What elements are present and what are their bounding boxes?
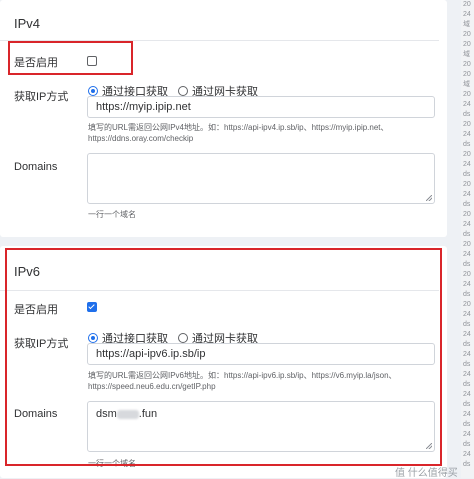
side-log-entry: ds xyxy=(463,171,471,178)
side-log-entry: 域 xyxy=(463,81,470,88)
side-log-entry: 24 xyxy=(463,371,471,378)
side-log-entry: ds xyxy=(463,421,471,428)
side-log-entry: 20 xyxy=(463,41,471,48)
highlight-box-ipv6-section xyxy=(5,248,442,466)
side-log-entry: 24 xyxy=(463,311,471,318)
side-log-entry: ds xyxy=(463,401,471,408)
side-log-entry: ds xyxy=(463,231,471,238)
side-log-entry: 24 xyxy=(463,221,471,228)
ipv4-url-hint: 填写的URL需返回公网IPv4地址。如：https://api-ipv4.ip.… xyxy=(88,123,389,143)
resize-handle-icon[interactable] xyxy=(426,195,432,201)
side-log-entry: 24 xyxy=(463,331,471,338)
side-log-entry: ds xyxy=(463,291,471,298)
ipv4-url-input[interactable]: https://myip.ipip.net xyxy=(87,96,435,118)
side-log-entry: 20 xyxy=(463,211,471,218)
side-log-entry: 20 xyxy=(463,71,471,78)
side-log-entry: 域 xyxy=(463,51,470,58)
side-log-entry: 20 xyxy=(463,241,471,248)
side-log-entry: 域 xyxy=(463,21,470,28)
side-log-entry: 24 xyxy=(463,431,471,438)
watermark: 值 什么值得买 xyxy=(395,468,458,479)
ipv4-domains-label: Domains xyxy=(14,161,58,173)
ipv4-method-label: 获取IP方式 xyxy=(14,91,69,103)
side-log-entry: ds xyxy=(463,461,471,468)
side-log-entry: ds xyxy=(463,141,471,148)
ipv4-card: IPv4 是否启用 获取IP方式 通过接口获取 通过网卡获取 https://m… xyxy=(0,0,447,237)
side-log-entry: ds xyxy=(463,341,471,348)
side-log-entry: ds xyxy=(463,111,471,118)
highlight-box-ipv4-enable xyxy=(8,41,133,75)
side-log-entry: 20 xyxy=(463,61,471,68)
side-log-entry: 20 xyxy=(463,181,471,188)
side-log-entry: 20 xyxy=(463,301,471,308)
ipv4-domains-textarea[interactable] xyxy=(87,153,435,204)
side-log-panel: 20 24 域 20 20 域 20 20 域 20 24 ds 20 24 ds 20 24 ds 20 24 ds 2… xyxy=(461,0,474,478)
side-log-entry: 24 xyxy=(463,411,471,418)
side-log-entry: ds xyxy=(463,361,471,368)
side-log-entry: ds xyxy=(463,441,471,448)
ipv4-domains-hint: 一行一个域名 xyxy=(88,210,136,219)
side-log-entry: 20 xyxy=(463,31,471,38)
side-log-entry: ds xyxy=(463,261,471,268)
side-log-entry: 24 xyxy=(463,281,471,288)
side-log-entry: 20 xyxy=(463,151,471,158)
side-log-entry: 24 xyxy=(463,11,471,18)
scrollbar[interactable] xyxy=(455,0,460,478)
side-log-entry: 20 xyxy=(463,1,471,8)
side-log-entry: 20 xyxy=(463,271,471,278)
side-log-entry: 24 xyxy=(463,451,471,458)
side-log-entry: ds xyxy=(463,381,471,388)
side-log-entry: 24 xyxy=(463,351,471,358)
side-log-entry: ds xyxy=(463,201,471,208)
side-log-entry: 24 xyxy=(463,191,471,198)
side-log-entry: 24 xyxy=(463,101,471,108)
ipv4-title: IPv4 xyxy=(14,16,41,31)
side-log-entry: 20 xyxy=(463,91,471,98)
side-log-entry: 24 xyxy=(463,161,471,168)
side-log-entry: 24 xyxy=(463,131,471,138)
side-log-entry: 20 xyxy=(463,121,471,128)
radio-unselected-icon xyxy=(178,86,188,96)
side-log-entry: 24 xyxy=(463,251,471,258)
side-log-entry: ds xyxy=(463,321,471,328)
side-log-entry: 24 xyxy=(463,391,471,398)
radio-selected-icon xyxy=(88,86,98,96)
